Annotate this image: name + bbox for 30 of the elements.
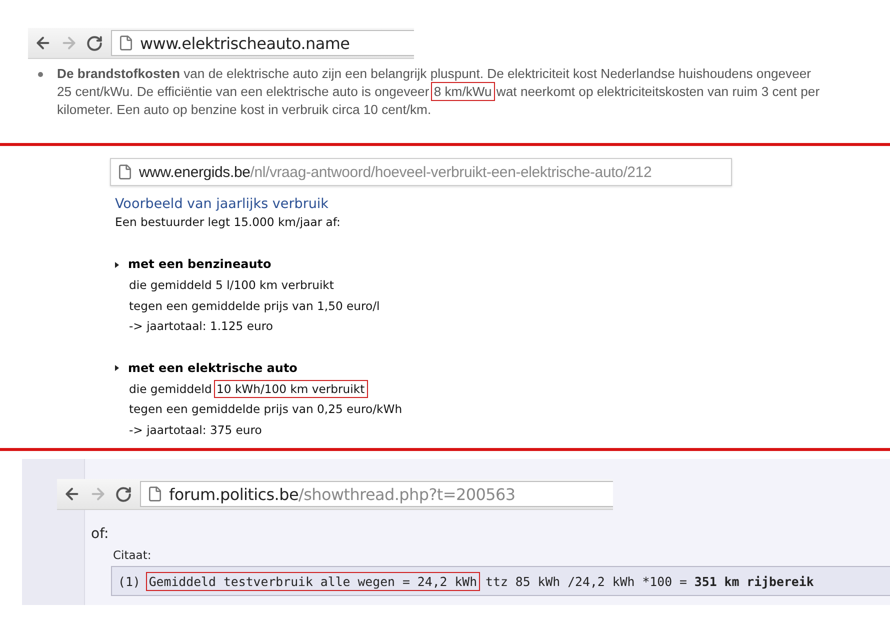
page-icon xyxy=(118,35,134,51)
quote-label: Citaat: xyxy=(113,548,152,562)
page-icon xyxy=(117,164,133,180)
quote-text: (1) Gemiddeld testverbruik alle wegen = 24,2 kWh ttz 85 kWh /24,2 kWh *100 = 351 km rijbereik xyxy=(118,574,814,588)
item-line: die gemiddeld 10 kWh/100 km verbruikt xyxy=(129,378,890,399)
item-line: tegen een gemiddelde prijs van 0,25 euro/kWh xyxy=(129,401,404,418)
url-text: forum.politics.be/showthread.php?t=200563 xyxy=(169,484,516,504)
bullet-icon xyxy=(38,72,43,77)
address-bar[interactable]: www.elektrischeauto.name xyxy=(111,30,414,56)
section-heading: Voorbeeld van jaarlijks verbruik xyxy=(115,196,330,212)
url-text: www.energids.be/nl/vraag-antwoord/hoeveel-verbruikt-een-elektrische-auto/212 xyxy=(139,164,652,180)
bullet-icon xyxy=(115,365,119,371)
item-title: met een elektrische auto xyxy=(128,360,298,376)
item-line: -> jaartotaal: 375 euro xyxy=(129,422,263,438)
item-title: met een benzineauto xyxy=(128,256,272,273)
item-line: die gemiddeld 5 l/100 km verbruikt xyxy=(129,277,335,294)
intro-text: Een bestuurder legt 15.000 km/jaar af: xyxy=(115,214,342,231)
reload-icon[interactable] xyxy=(115,486,132,502)
back-icon[interactable] xyxy=(63,485,81,503)
address-bar[interactable]: www.energids.be/nl/vraag-antwoord/hoeveel-verbruikt-een-elektrische-auto/212 xyxy=(110,158,732,186)
address-bar[interactable]: forum.politics.be/showthread.php?t=200563 xyxy=(140,481,613,507)
post-text: of: xyxy=(91,526,110,542)
item-line: tegen een gemiddelde prijs van 1,50 euro/l xyxy=(129,298,381,314)
item-line: -> jaartotaal: 1.125 euro xyxy=(129,318,274,335)
bullet-icon xyxy=(115,262,119,268)
back-icon[interactable] xyxy=(34,34,52,52)
url-text: www.elektrischeauto.name xyxy=(140,34,350,52)
reload-icon[interactable] xyxy=(86,34,103,52)
paragraph: De brandstofkosten van de elektrische auto zijn een belangrijk pluspunt. De elektriciteit kost Nederlandse huishoudens ongeveer 25 cent/kWu. De efficiëntie van een elektrische auto is ongeveer 8 km/kWu wat neerkomt op elektriciteitskosten van ruim 3 cent per kilometer. Een auto op benzine kost in verbruik circa 10 cent/km. xyxy=(57,65,821,119)
page-icon xyxy=(147,486,163,502)
